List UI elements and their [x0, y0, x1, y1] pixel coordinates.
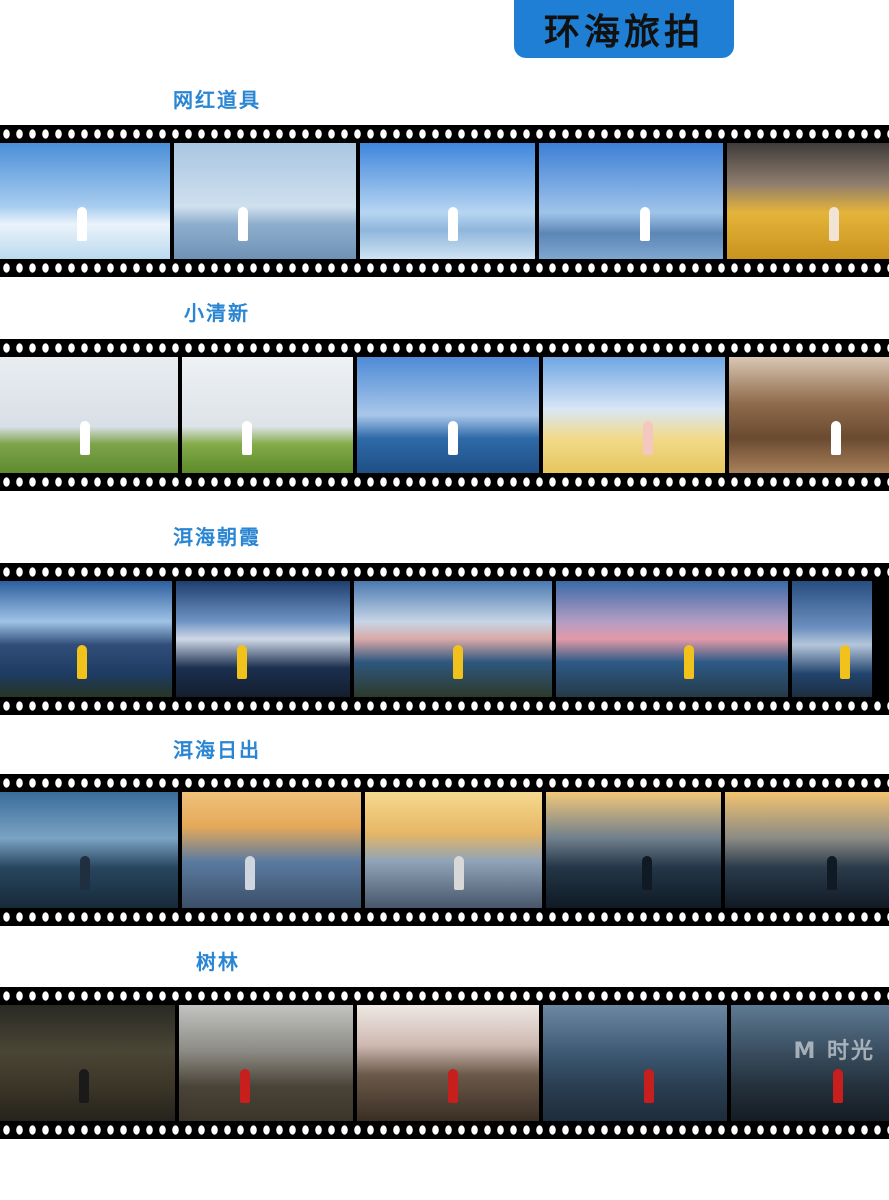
- section-label-props: 网红道具: [173, 88, 261, 112]
- watermark: M 时光: [793, 1039, 875, 1064]
- film-perforations: [0, 777, 889, 789]
- film-perforations: [0, 990, 889, 1002]
- photo-frame: [182, 357, 353, 473]
- person-figure: [237, 645, 247, 679]
- frame-row: [0, 143, 889, 259]
- person-figure: [644, 1069, 654, 1103]
- photo-frame: [174, 143, 356, 259]
- person-figure: [245, 856, 255, 890]
- film-strip-forest: M 时光: [0, 987, 889, 1139]
- person-figure: [77, 207, 87, 241]
- photo-frame: [357, 357, 539, 473]
- frame-row: [0, 357, 889, 473]
- photo-frame: [546, 792, 721, 908]
- photo-frame: [0, 143, 170, 259]
- person-figure: [453, 645, 463, 679]
- section-label-fresh: 小清新: [184, 301, 250, 325]
- film-strip-fresh: [0, 339, 889, 491]
- photo-frame: [179, 1005, 353, 1121]
- photo-frame: [727, 143, 889, 259]
- film-strip-props: [0, 125, 889, 277]
- person-figure: [831, 421, 841, 455]
- person-figure: [840, 645, 850, 679]
- person-figure: [454, 856, 464, 890]
- frame-row: [0, 792, 889, 908]
- section-label-morning-glow: 洱海朝霞: [173, 525, 261, 549]
- person-figure: [827, 856, 837, 890]
- page-title-badge: 环海旅拍: [514, 0, 734, 58]
- person-figure: [80, 856, 90, 890]
- photo-frame: [543, 1005, 727, 1121]
- photo-frame: [365, 792, 542, 908]
- person-figure: [448, 421, 458, 455]
- film-perforations: [0, 700, 889, 712]
- person-figure: [240, 1069, 250, 1103]
- person-figure: [80, 421, 90, 455]
- photo-frame: [182, 792, 361, 908]
- photo-frame: [792, 581, 872, 697]
- person-figure: [79, 1069, 89, 1103]
- person-figure: [640, 207, 650, 241]
- frame-row: [0, 1005, 889, 1121]
- photo-frame: [357, 1005, 539, 1121]
- photo-frame: [0, 1005, 175, 1121]
- photo-frame: [543, 357, 725, 473]
- film-perforations: [0, 911, 889, 923]
- person-figure: [684, 645, 694, 679]
- photo-frame: [729, 357, 889, 473]
- person-figure: [242, 421, 252, 455]
- photo-frame: [725, 792, 889, 908]
- film-perforations: [0, 476, 889, 488]
- film-perforations: [0, 1124, 889, 1136]
- person-figure: [829, 207, 839, 241]
- photo-frame: [0, 581, 172, 697]
- person-figure: [238, 207, 248, 241]
- photo-frame: [556, 581, 788, 697]
- film-perforations: [0, 262, 889, 274]
- person-figure: [833, 1069, 843, 1103]
- photo-frame: [539, 143, 723, 259]
- person-figure: [642, 856, 652, 890]
- person-figure: [77, 645, 87, 679]
- section-label-forest: 树林: [196, 950, 240, 974]
- person-figure: [448, 1069, 458, 1103]
- photo-frame: [176, 581, 350, 697]
- film-strip-sunrise: [0, 774, 889, 926]
- page-title: 环海旅拍: [543, 12, 704, 53]
- photo-frame: [0, 792, 178, 908]
- photo-frame: [0, 357, 178, 473]
- photo-frame: [354, 581, 552, 697]
- frame-row: [0, 581, 889, 697]
- person-figure: [448, 207, 458, 241]
- photo-frame: [360, 143, 535, 259]
- film-perforations: [0, 566, 889, 578]
- film-strip-morning-glow: [0, 563, 889, 715]
- person-figure: [643, 421, 653, 455]
- film-perforations: [0, 128, 889, 140]
- section-label-sunrise: 洱海日出: [173, 738, 261, 762]
- film-perforations: [0, 342, 889, 354]
